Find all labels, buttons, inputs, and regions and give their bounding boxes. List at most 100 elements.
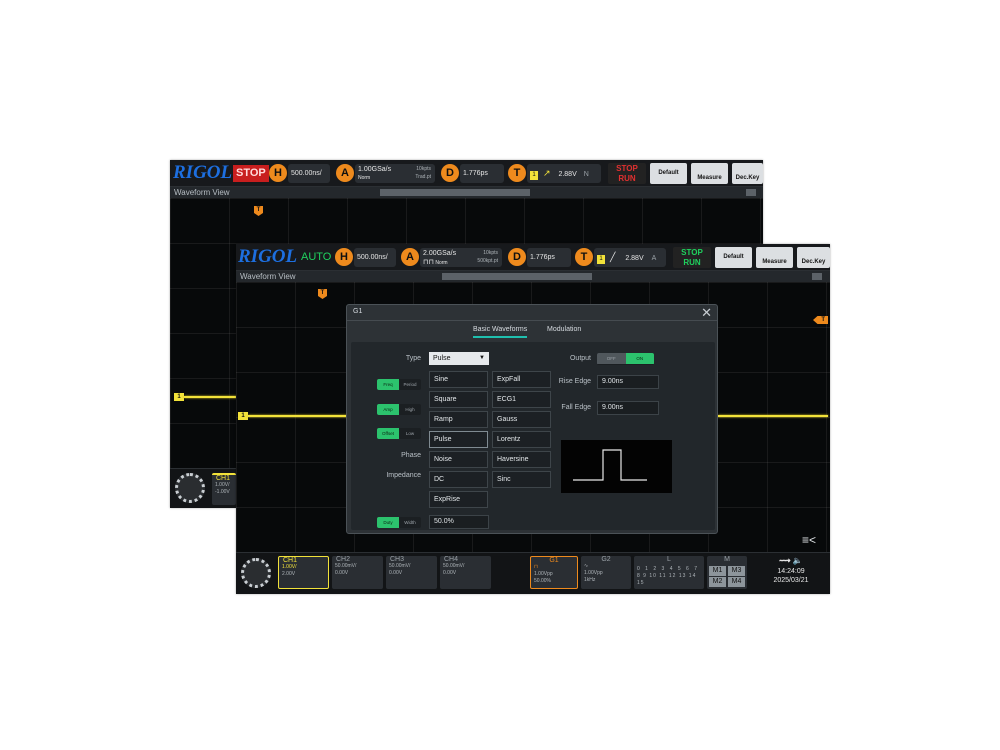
- waveform-option-sine[interactable]: Sine: [429, 371, 488, 388]
- dec-key-label: Dec.Key: [735, 175, 760, 181]
- type-label: Type: [405, 355, 421, 362]
- g1-panel[interactable]: G1 ⊓ 1.00Vpp 50.00%: [530, 556, 578, 589]
- math-m4[interactable]: M4: [728, 577, 745, 587]
- waveform-option-noise[interactable]: Noise: [429, 451, 488, 468]
- trigger-badge[interactable]: T: [508, 164, 526, 182]
- logic-bit: 4: [669, 566, 675, 572]
- waveform-option-pulse[interactable]: Pulse: [429, 431, 488, 448]
- impedance-label: Impedance: [386, 472, 421, 479]
- ch4-panel[interactable]: CH4 50.00mV/ 0.00V: [440, 556, 491, 589]
- stop-run-button[interactable]: STOP RUN: [608, 163, 646, 184]
- ch1-panel-scale: 1.00V/: [215, 482, 230, 488]
- ch3-panel-name: CH3: [390, 556, 405, 563]
- run-state-badge[interactable]: STOP: [233, 165, 269, 182]
- horizontal-badge[interactable]: H: [335, 248, 353, 266]
- default-button[interactable]: Default: [650, 163, 687, 184]
- waveform-option-sinc[interactable]: Sinc: [492, 471, 551, 488]
- high-option: High: [405, 407, 415, 412]
- ch1-panel-name: CH1: [216, 475, 231, 482]
- waveform-option-haversine[interactable]: Haversine: [492, 451, 551, 468]
- dialog-divider: [347, 320, 717, 321]
- logic-bit: 7: [694, 566, 699, 572]
- horizontal-badge[interactable]: H: [269, 164, 287, 182]
- logic-panel[interactable]: L 0 1 2 3 4 5 6 7 8 9 10 11 12 13 14 15: [634, 556, 704, 589]
- ch1-panel[interactable]: CH1 1.00V/ -1.00V: [212, 473, 236, 505]
- waveform-option-ramp[interactable]: Ramp: [429, 411, 488, 428]
- waveform-option-exprise[interactable]: ExpRise: [429, 491, 488, 508]
- type-select[interactable]: Pulse ▼: [429, 352, 489, 365]
- trigger-display[interactable]: 1 ╱ 2.88V A: [594, 248, 666, 267]
- delay-badge[interactable]: D: [508, 248, 526, 266]
- offset-option: Offset: [377, 428, 399, 439]
- waveform-option-gauss[interactable]: Gauss: [492, 411, 551, 428]
- top-toolbar: RIGOL AUTO H 500.00ns/ A 2.00GSa/s ⊓⊓ No…: [236, 244, 830, 271]
- duty-field[interactable]: 50.0%: [429, 515, 489, 529]
- acquire-badge[interactable]: A: [336, 164, 354, 182]
- ch1-panel[interactable]: CH1 1.00V/ 2.00V: [278, 556, 329, 589]
- close-icon[interactable]: ✕: [701, 305, 712, 321]
- acquire-display[interactable]: 2.00GSa/s ⊓⊓ Norm 10kpts 500kpt.pt: [420, 248, 502, 267]
- run-state-badge[interactable]: AUTO: [298, 249, 334, 266]
- tab-basic-waveforms[interactable]: Basic Waveforms: [473, 326, 528, 338]
- ch1-offset-marker[interactable]: 1: [174, 393, 184, 401]
- gear-icon[interactable]: [241, 558, 271, 588]
- fall-edge-field[interactable]: 9.00ns: [597, 401, 659, 415]
- waveform-option-dc[interactable]: DC: [429, 471, 488, 488]
- duty-width-toggle[interactable]: Duty Width: [377, 517, 421, 528]
- logic-bit: 1: [645, 566, 650, 572]
- waveform-option-ecg1[interactable]: ECG1: [492, 391, 551, 408]
- math-panel[interactable]: M M1 M3 M2 M4: [707, 556, 747, 589]
- amp-high-toggle[interactable]: Amp High: [377, 404, 421, 415]
- memory-depth-sub: Trad.pt: [415, 174, 431, 180]
- ch1-offset-marker[interactable]: 1: [238, 412, 248, 420]
- math-m3[interactable]: M3: [728, 566, 745, 576]
- trigger-badge[interactable]: T: [575, 248, 593, 266]
- acquire-display[interactable]: 1.00GSa/s Norm 10kpts Trad.pt: [355, 164, 435, 183]
- tab-modulation[interactable]: Modulation: [547, 326, 581, 333]
- delay-display[interactable]: 1.776ps: [460, 164, 504, 183]
- acquire-badge[interactable]: A: [401, 248, 419, 266]
- default-button[interactable]: Default: [715, 247, 752, 268]
- dec-key-button[interactable]: Dec.Key: [797, 247, 830, 268]
- g2-panel[interactable]: G2 ∿ 1.00Vpp 1kHz: [581, 556, 631, 589]
- g1-dialog: G1 ✕ Basic Waveforms Modulation Type Pul…: [346, 304, 718, 534]
- logic-bit: 15: [637, 580, 645, 586]
- g1-panel-amp: 1.00Vpp: [534, 571, 553, 577]
- ch3-panel-offset: 0.00V: [389, 570, 403, 576]
- waveform-option-square[interactable]: Square: [429, 391, 488, 408]
- waveform-option-lorentz[interactable]: Lorentz: [492, 431, 551, 448]
- waveform-option-expfall[interactable]: ExpFall: [492, 371, 551, 388]
- offset-low-toggle[interactable]: Offset Low: [377, 428, 421, 439]
- rise-edge-field[interactable]: 9.00ns: [597, 375, 659, 389]
- math-m2[interactable]: M2: [709, 577, 726, 587]
- stop-run-button[interactable]: STOP RUN: [673, 247, 711, 268]
- delay-badge[interactable]: D: [441, 164, 459, 182]
- logic-panel-name: L: [667, 556, 671, 563]
- low-option: Low: [405, 431, 415, 436]
- trigger-display[interactable]: 1 ↗ 2.88V N: [527, 164, 601, 183]
- dec-key-button[interactable]: Dec.Key: [732, 163, 763, 184]
- freq-period-toggle[interactable]: Freq Period: [377, 379, 421, 390]
- trigger-level: 2.88V: [625, 255, 644, 262]
- duty-option: Duty: [377, 517, 399, 528]
- gear-icon[interactable]: [175, 473, 205, 503]
- pulse-preview-graph: [573, 449, 647, 481]
- output-toggle[interactable]: OFF ON: [597, 353, 654, 365]
- timebase-display[interactable]: 500.00ns/: [354, 248, 396, 267]
- ch2-panel-name: CH2: [336, 556, 351, 563]
- timebase-display[interactable]: 500.00ns/: [288, 164, 330, 183]
- g2-panel-freq: 1kHz: [584, 577, 596, 583]
- logic-row-1: 0 1 2 3 4 5 6 7: [634, 566, 704, 573]
- ch3-panel[interactable]: CH3 50.00mV/ 0.00V: [386, 556, 437, 589]
- waveform-navigator[interactable]: [380, 189, 530, 196]
- menu-collapse-icon[interactable]: ≡<: [802, 533, 816, 547]
- amp-option: Amp: [377, 404, 399, 415]
- math-m1[interactable]: M1: [709, 566, 726, 576]
- ch1-panel-offset: -1.00V: [215, 489, 230, 495]
- clock-time: 14:24:09: [777, 568, 805, 575]
- waveform-navigator[interactable]: [442, 273, 592, 280]
- measure-button[interactable]: Measure: [756, 247, 793, 268]
- delay-display[interactable]: 1.776ps: [527, 248, 571, 267]
- measure-button[interactable]: Measure: [691, 163, 728, 184]
- ch2-panel[interactable]: CH2 50.00mV/ 0.00V: [332, 556, 383, 589]
